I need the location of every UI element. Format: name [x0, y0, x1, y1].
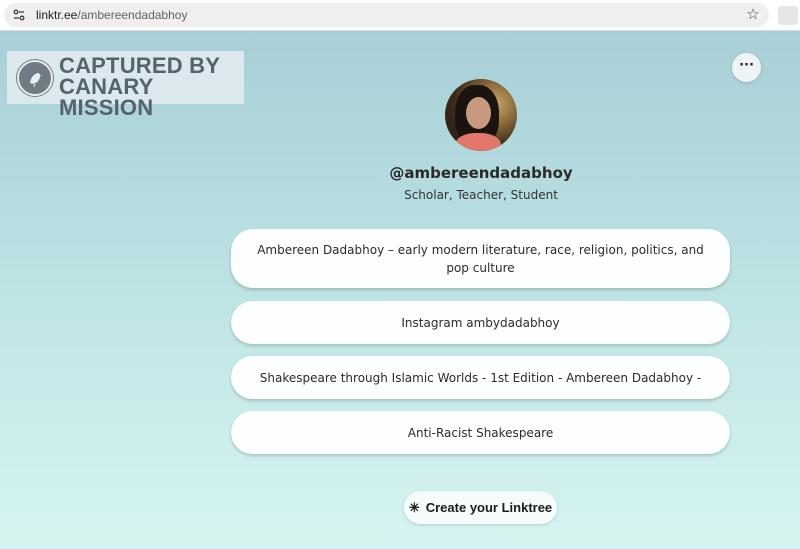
link-button[interactable]: Anti-Racist Shakespeare — [231, 411, 730, 454]
url-text[interactable]: linktr.ee/ambereendadabhoy — [36, 8, 187, 22]
avatar — [445, 79, 517, 151]
address-bar[interactable]: linktr.ee/ambereendadabhoy ☆ — [4, 3, 769, 27]
browser-toolbar: linktr.ee/ambereendadabhoy ☆ — [0, 0, 800, 31]
tune-icon[interactable] — [12, 8, 26, 22]
url-path: /ambereendadabhoy — [77, 8, 188, 22]
linktree-asterisk-icon: ✳ — [408, 499, 420, 515]
link-button[interactable]: Shakespeare through Islamic Worlds - 1st… — [231, 356, 730, 399]
link-button[interactable]: Instagram ambydadabhoy — [231, 301, 730, 344]
canary-bird-logo — [17, 60, 53, 96]
link-button[interactable]: Ambereen Dadabhoy – early modern literat… — [231, 229, 730, 288]
create-linktree-label: Create your Linktree — [425, 500, 553, 515]
canary-mission-watermark: CAPTURED BY CANARY MISSION — [7, 51, 244, 119]
extension-icon[interactable] — [778, 6, 798, 25]
star-outline-icon[interactable]: ☆ — [745, 6, 761, 22]
link-list: Ambereen Dadabhoy – early modern literat… — [231, 229, 730, 454]
url-domain: linktr.ee — [36, 8, 78, 22]
watermark-line-2: CANARY MISSION — [59, 74, 154, 120]
watermark-text: CAPTURED BY CANARY MISSION — [59, 53, 244, 120]
linktree-page: CAPTURED BY CANARY MISSION ··· @ambereen… — [0, 31, 800, 549]
watermark-line-1: CAPTURED BY — [59, 53, 221, 78]
profile-bio: Scholar, Teacher, Student — [404, 188, 558, 202]
create-linktree-button[interactable]: ✳ Create your Linktree — [404, 491, 557, 524]
profile-handle: @ambereendadabhoy — [389, 164, 573, 182]
more-options-button[interactable]: ··· — [732, 53, 761, 82]
